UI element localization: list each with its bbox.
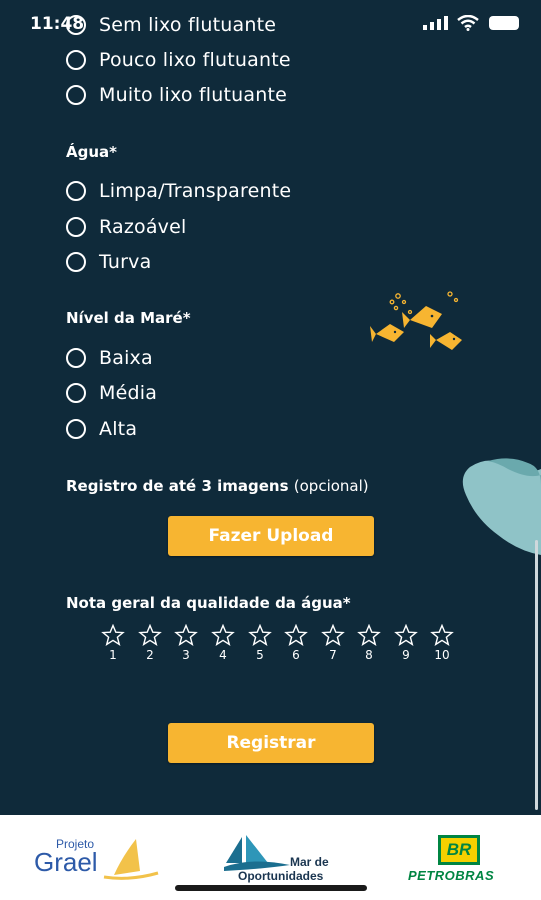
radio-label: Pouco lixo flutuante (99, 49, 291, 71)
petrobras-name-text: PETROBRAS (408, 868, 495, 883)
rating-number: 9 (402, 648, 410, 662)
star-outline-icon (430, 624, 454, 646)
agua-section-label: Água* (66, 143, 117, 161)
petrobras-br-badge: BR (438, 835, 480, 865)
rating-number: 7 (329, 648, 337, 662)
radio-option-baixa[interactable]: Baixa (66, 343, 153, 373)
rating-star-6[interactable]: 6 (281, 624, 311, 662)
rating-star-10[interactable]: 10 (427, 624, 457, 662)
rating-star-3[interactable]: 3 (171, 624, 201, 662)
rating-number: 1 (109, 648, 117, 662)
radio-unselected-icon (66, 383, 86, 403)
rating-star-1[interactable]: 1 (98, 624, 128, 662)
star-outline-icon (284, 624, 308, 646)
rating-star-2[interactable]: 2 (135, 624, 165, 662)
rating-number: 5 (256, 648, 264, 662)
star-outline-icon (321, 624, 345, 646)
rating-number: 4 (219, 648, 227, 662)
radio-unselected-icon (66, 50, 86, 70)
radio-label: Razoável (99, 216, 187, 238)
cellular-signal-icon (423, 16, 448, 30)
rating-star-8[interactable]: 8 (354, 624, 384, 662)
rating-star-7[interactable]: 7 (318, 624, 348, 662)
radio-option-sem-lixo[interactable]: Sem lixo flutuante (66, 10, 276, 40)
rating-number: 3 (182, 648, 190, 662)
star-outline-icon (211, 624, 235, 646)
fish-school-icon (370, 291, 462, 350)
rating-number: 6 (292, 648, 300, 662)
rating-star-5[interactable]: 5 (245, 624, 275, 662)
radio-label: Sem lixo flutuante (99, 14, 277, 36)
radio-option-alta[interactable]: Alta (66, 414, 137, 444)
radio-unselected-icon (66, 419, 86, 439)
rating-number: 10 (434, 648, 450, 662)
radio-label: Baixa (99, 347, 153, 369)
mare-section-label: Nível da Maré* (66, 309, 191, 327)
home-indicator[interactable] (175, 885, 367, 891)
star-outline-icon (248, 624, 272, 646)
scrollbar[interactable] (535, 540, 538, 810)
radio-option-turva[interactable]: Turva (66, 247, 151, 277)
radio-label: Muito lixo flutuante (99, 84, 288, 106)
radio-label: Alta (99, 418, 138, 440)
radio-unselected-icon (66, 348, 86, 368)
radio-unselected-icon (66, 217, 86, 237)
radio-unselected-icon (66, 15, 86, 35)
radio-option-media[interactable]: Média (66, 378, 157, 408)
mar-logo-line2: Oportunidades (238, 869, 324, 883)
battery-icon (489, 16, 519, 30)
radio-unselected-icon (66, 85, 86, 105)
rating-number: 8 (365, 648, 373, 662)
imagens-optional-text: (opcional) (293, 477, 369, 495)
rating-number: 2 (146, 648, 154, 662)
mar-logo-line1: Mar de (290, 855, 329, 869)
star-outline-icon (101, 624, 125, 646)
imagens-section-label: Registro de até 3 imagens (opcional) (66, 477, 369, 495)
petrobras-badge-text: BR (446, 840, 472, 859)
star-outline-icon (357, 624, 381, 646)
upload-button[interactable]: Fazer Upload (168, 516, 374, 556)
radio-label: Média (99, 382, 158, 404)
grael-logo-big-text: Grael (34, 847, 98, 877)
radio-unselected-icon (66, 181, 86, 201)
mar-de-oportunidades-logo: Mar de Oportunidades (222, 833, 352, 887)
star-outline-icon (174, 624, 198, 646)
rating-star-9[interactable]: 9 (391, 624, 421, 662)
sailboat-icon (103, 839, 159, 880)
radio-unselected-icon (66, 252, 86, 272)
wifi-icon (457, 15, 479, 31)
form-screen: 11:48 Sem lixo flutuante Pouco lixo flut… (0, 0, 541, 815)
radio-option-pouco-lixo[interactable]: Pouco lixo flutuante (66, 45, 291, 75)
projeto-grael-logo: Projeto Grael (34, 835, 164, 885)
decorative-blob-shape (462, 458, 541, 555)
radio-option-muito-lixo[interactable]: Muito lixo flutuante (66, 80, 287, 110)
radio-label: Turva (99, 251, 152, 273)
radio-label: Limpa/Transparente (99, 180, 292, 202)
star-outline-icon (394, 624, 418, 646)
radio-option-razoavel[interactable]: Razoável (66, 212, 186, 242)
petrobras-logo: BR PETROBRAS (408, 835, 518, 885)
imagens-label-text: Registro de até 3 imagens (66, 477, 289, 495)
register-button[interactable]: Registrar (168, 723, 374, 763)
star-outline-icon (138, 624, 162, 646)
rating-star-4[interactable]: 4 (208, 624, 238, 662)
radio-option-limpa[interactable]: Limpa/Transparente (66, 176, 291, 206)
nota-section-label: Nota geral da qualidade da água* (66, 594, 351, 612)
